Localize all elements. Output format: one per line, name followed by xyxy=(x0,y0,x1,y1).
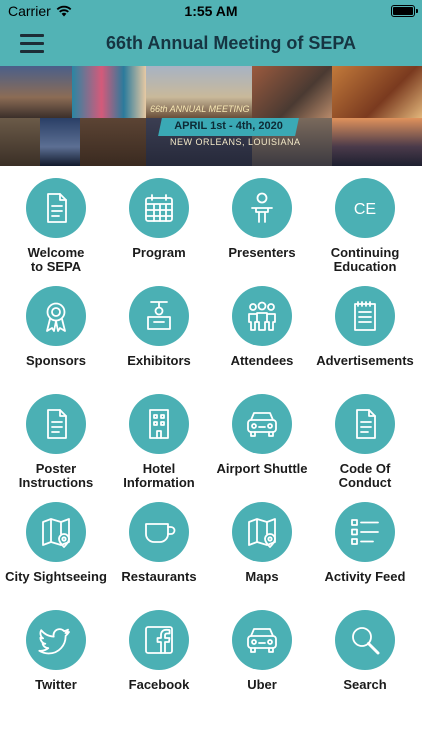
menu-item-code-of-conduct[interactable]: Code Of Conduct xyxy=(313,394,417,490)
battery-icon xyxy=(391,5,418,17)
notepad-icon xyxy=(335,286,395,346)
document-icon xyxy=(26,394,86,454)
ribbon-award-icon xyxy=(26,286,86,346)
twitter-icon xyxy=(26,610,86,670)
calendar-icon xyxy=(129,178,189,238)
map-icon xyxy=(232,502,292,562)
cup-icon xyxy=(129,502,189,562)
menu-item-exhibitors[interactable]: Exhibitors xyxy=(107,286,211,368)
car-icon xyxy=(232,394,292,454)
facebook-icon xyxy=(129,610,189,670)
document-icon xyxy=(335,394,395,454)
menu-item-label: Facebook xyxy=(128,677,190,692)
menu-item-attendees[interactable]: Attendees xyxy=(210,286,314,368)
menu-item-label: Attendees xyxy=(230,353,294,368)
menu-item-city-sightseeing[interactable]: City Sightseeing xyxy=(4,502,108,584)
menu-item-program[interactable]: Program xyxy=(107,178,211,260)
menu-item-label: Sponsors xyxy=(26,353,86,368)
ce-icon: CE xyxy=(335,178,395,238)
menu-item-label: Twitter xyxy=(35,677,77,692)
menu-item-label: Program xyxy=(132,245,186,260)
menu-item-label: Airport Shuttle xyxy=(216,461,308,476)
menu-item-label: Activity Feed xyxy=(324,569,406,584)
car-icon xyxy=(232,610,292,670)
booth-icon xyxy=(129,286,189,346)
menu-item-search[interactable]: Search xyxy=(313,610,417,692)
status-bar: Carrier 1:55 AM xyxy=(0,3,422,21)
menu-item-sponsors[interactable]: Sponsors xyxy=(4,286,108,368)
menu-item-label: Poster Instructions xyxy=(18,461,94,490)
menu-item-label: Search xyxy=(343,677,387,692)
building-icon xyxy=(129,394,189,454)
banner-image xyxy=(0,66,422,166)
menu-item-poster-instructions[interactable]: Poster Instructions xyxy=(4,394,108,490)
menu-item-maps[interactable]: Maps xyxy=(210,502,314,584)
app-header: Carrier 1:55 AM 66th Annual Meeting of S… xyxy=(0,0,422,66)
svg-text:CE: CE xyxy=(354,201,376,218)
document-icon xyxy=(26,178,86,238)
menu-item-label: Maps xyxy=(245,569,279,584)
menu-item-label: Welcome to SEPA xyxy=(27,245,85,274)
menu-item-label: Presenters xyxy=(228,245,296,260)
menu-item-advertisements[interactable]: Advertisements xyxy=(313,286,417,368)
page-title: 66th Annual Meeting of SEPA xyxy=(105,33,356,53)
menu-item-twitter[interactable]: Twitter xyxy=(4,610,108,692)
menu-item-activity-feed[interactable]: Activity Feed xyxy=(313,502,417,584)
menu-item-label: Code Of Conduct xyxy=(338,461,392,490)
menu-item-welcome-to-sepa[interactable]: Welcome to SEPA xyxy=(4,178,108,274)
people-icon xyxy=(232,286,292,346)
banner-date-ribbon: APRIL 1st - 4th, 2020 xyxy=(158,118,299,136)
menu-item-airport-shuttle[interactable]: Airport Shuttle xyxy=(210,394,314,476)
menu-item-facebook[interactable]: Facebook xyxy=(107,610,211,692)
menu-item-label: Advertisements xyxy=(316,353,414,368)
menu-item-label: Hotel Information xyxy=(123,461,195,490)
menu-item-label: City Sightseeing xyxy=(5,569,107,584)
menu-item-label: Uber xyxy=(247,677,277,692)
list-icon xyxy=(335,502,395,562)
menu-item-presenters[interactable]: Presenters xyxy=(210,178,314,260)
menu-item-continuing-education[interactable]: CE Continuing Education xyxy=(313,178,417,274)
map-icon xyxy=(26,502,86,562)
menu-item-label: Exhibitors xyxy=(127,353,191,368)
menu-item-uber[interactable]: Uber xyxy=(210,610,314,692)
menu-item-label: Continuing Education xyxy=(330,245,400,274)
hamburger-menu-icon[interactable] xyxy=(20,34,44,53)
status-time: 1:55 AM xyxy=(184,3,238,19)
search-icon xyxy=(335,610,395,670)
menu-item-label: Restaurants xyxy=(121,569,197,584)
banner-arc-text: 66th ANNUAL MEETING xyxy=(150,104,250,114)
menu-item-restaurants[interactable]: Restaurants xyxy=(107,502,211,584)
presenter-icon xyxy=(232,178,292,238)
banner-location: NEW ORLEANS, LOUISIANA xyxy=(170,137,301,147)
menu-item-hotel-information[interactable]: Hotel Information xyxy=(107,394,211,490)
